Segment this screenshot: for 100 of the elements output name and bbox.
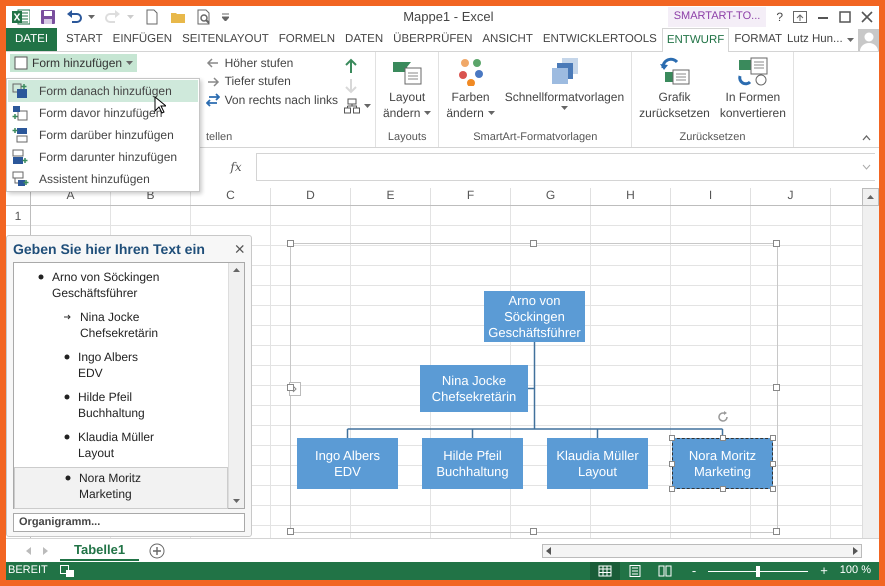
column-header[interactable]: F [431,188,511,205]
convert-shapes-icon [736,56,769,86]
zoom-level[interactable]: 100 % [840,564,871,578]
column-header[interactable]: H [591,188,671,205]
resize-handle[interactable] [773,528,780,535]
customize-toolbar-icon[interactable] [222,13,229,21]
shape-handle[interactable] [720,435,726,441]
caret-icon[interactable] [88,15,95,19]
add-shape-icon [12,149,29,165]
column-header[interactable]: I [671,188,751,205]
add-shape-icon [12,171,29,187]
outline-item[interactable]: Hilde Pfeil Buchhaltung [14,387,228,427]
user-name[interactable]: Lutz Hun... [787,32,843,46]
horizontal-scrollbar[interactable] [542,544,862,558]
menu-item[interactable]: Form davor hinzufügen [8,102,198,124]
zoom-in-button[interactable]: + [820,563,828,579]
ribbon-tab[interactable]: FORMELN [274,28,340,51]
column-header[interactable]: J [751,188,831,205]
resize-handle[interactable] [530,240,537,247]
undo-icon[interactable] [66,9,82,25]
resize-handle[interactable] [530,528,537,535]
add-sheet-icon[interactable] [149,542,166,558]
ribbon-button[interactable]: Schnellformatvorlagen [502,54,628,131]
caret-icon[interactable] [560,106,568,110]
ribbon-tab[interactable]: ÜBERPRÜFEN [388,28,478,51]
save-icon[interactable] [40,9,56,25]
menu-item[interactable]: Form darunter hinzufügen [8,146,198,168]
shape-handle[interactable] [770,435,776,441]
shape-handle[interactable] [669,460,675,466]
hierarchy-icon[interactable] [344,98,360,114]
resize-handle[interactable] [773,384,780,391]
column-header[interactable]: E [351,188,431,205]
shape-handle[interactable] [720,486,726,492]
insert-function-button[interactable]: fx [216,160,256,174]
shape-handle[interactable] [669,486,675,492]
ribbon-tab[interactable]: ENTWURF [662,28,730,52]
macro-record-icon[interactable] [60,565,74,577]
ribbon-button[interactable]: Von rechts nach links [204,90,340,110]
ribbon-button[interactable]: Farben ändern [443,54,498,131]
ribbon-button[interactable]: Layout ändern [380,54,434,131]
zoom-slider-thumb[interactable] [756,566,760,576]
ribbon-tab[interactable]: START [61,28,108,51]
resize-handle[interactable] [773,240,780,247]
menu-item[interactable]: Assistent hinzufügen [8,168,198,190]
close-button[interactable]: × [234,240,245,258]
menu-item[interactable]: Form darüber hinzufügen [8,124,198,146]
normal-view-button[interactable] [590,562,620,580]
outline-item[interactable]: Nora Moritz Marketing [14,467,228,509]
ribbon-button[interactable]: Höher stufen [204,54,340,72]
ribbon-button[interactable]: Grafik zurücksetzen [636,54,713,131]
ribbon-display-icon[interactable] [793,11,807,23]
caret-icon[interactable] [488,111,495,116]
diagram-type-link[interactable]: Organigramm... [13,512,245,532]
file-tab[interactable]: DATEI [6,28,58,51]
shape-handle[interactable] [770,486,776,492]
rotate-handle-icon[interactable] [716,410,730,424]
blank-page-icon[interactable] [144,9,160,25]
ribbon-tab[interactable]: EINFÜGEN [108,28,178,51]
add-shape-icon [12,83,29,99]
vertical-scrollbar[interactable] [862,206,879,538]
ribbon-tab[interactable]: DATEN [340,28,388,51]
add-shape-button[interactable]: Form hinzufügen [10,54,138,72]
shape-icon [14,56,28,70]
shape-handle[interactable] [770,460,776,466]
outline-item[interactable]: Arno von Söckingen Geschäftsführer [14,267,228,307]
column-header[interactable]: D [271,188,351,205]
ribbon-tab[interactable]: FORMAT [729,28,788,51]
column-header[interactable]: G [511,188,591,205]
ribbon-tab[interactable]: ANSICHT [477,28,538,51]
formula-input-field[interactable] [256,153,875,181]
shape-handle[interactable] [669,435,675,441]
outline-item-text: Arno von Söckingen Geschäftsführer [52,269,160,301]
collapse-ribbon-icon[interactable] [862,135,871,141]
outline-item[interactable]: Ingo Albers EDV [14,347,228,387]
ribbon-button[interactable]: Tiefer stufen [204,72,340,91]
status-text: BEREIT [8,564,48,578]
up-arrow-icon[interactable] [344,58,358,74]
outline-item[interactable]: Nina Jocke Chefsekretärin [14,307,228,347]
maximize-icon[interactable] [839,11,851,23]
ribbon-tab[interactable]: ENTWICKLERTOOLS [538,28,662,51]
resize-handle[interactable] [287,240,294,247]
ribbon-button[interactable]: In Formen konvertieren [716,54,789,131]
outline-item-text: Hilde Pfeil Buchhaltung [78,389,145,421]
pane-scrollbar[interactable] [228,263,244,508]
caret-icon[interactable] [424,111,432,116]
zoom-out-button[interactable]: - [692,563,696,579]
print-preview-icon[interactable] [196,9,212,25]
close-icon[interactable] [861,11,873,23]
resize-handle[interactable] [287,384,294,391]
menu-item[interactable]: Form danach hinzufügen [8,80,198,102]
expand-icon[interactable] [862,164,871,170]
ribbon-tab[interactable]: SEITENLAYOUT [177,28,274,51]
caret-icon[interactable] [846,38,854,42]
outline-item[interactable]: Klaudia Müller Layout [14,427,228,467]
row-header[interactable]: 1 [6,206,30,226]
scroll-up-icon[interactable] [862,188,879,206]
resize-handle[interactable] [287,528,294,535]
help-button[interactable]: ? [776,10,783,24]
caret-icon[interactable] [364,104,371,108]
caret-icon[interactable] [126,61,134,66]
